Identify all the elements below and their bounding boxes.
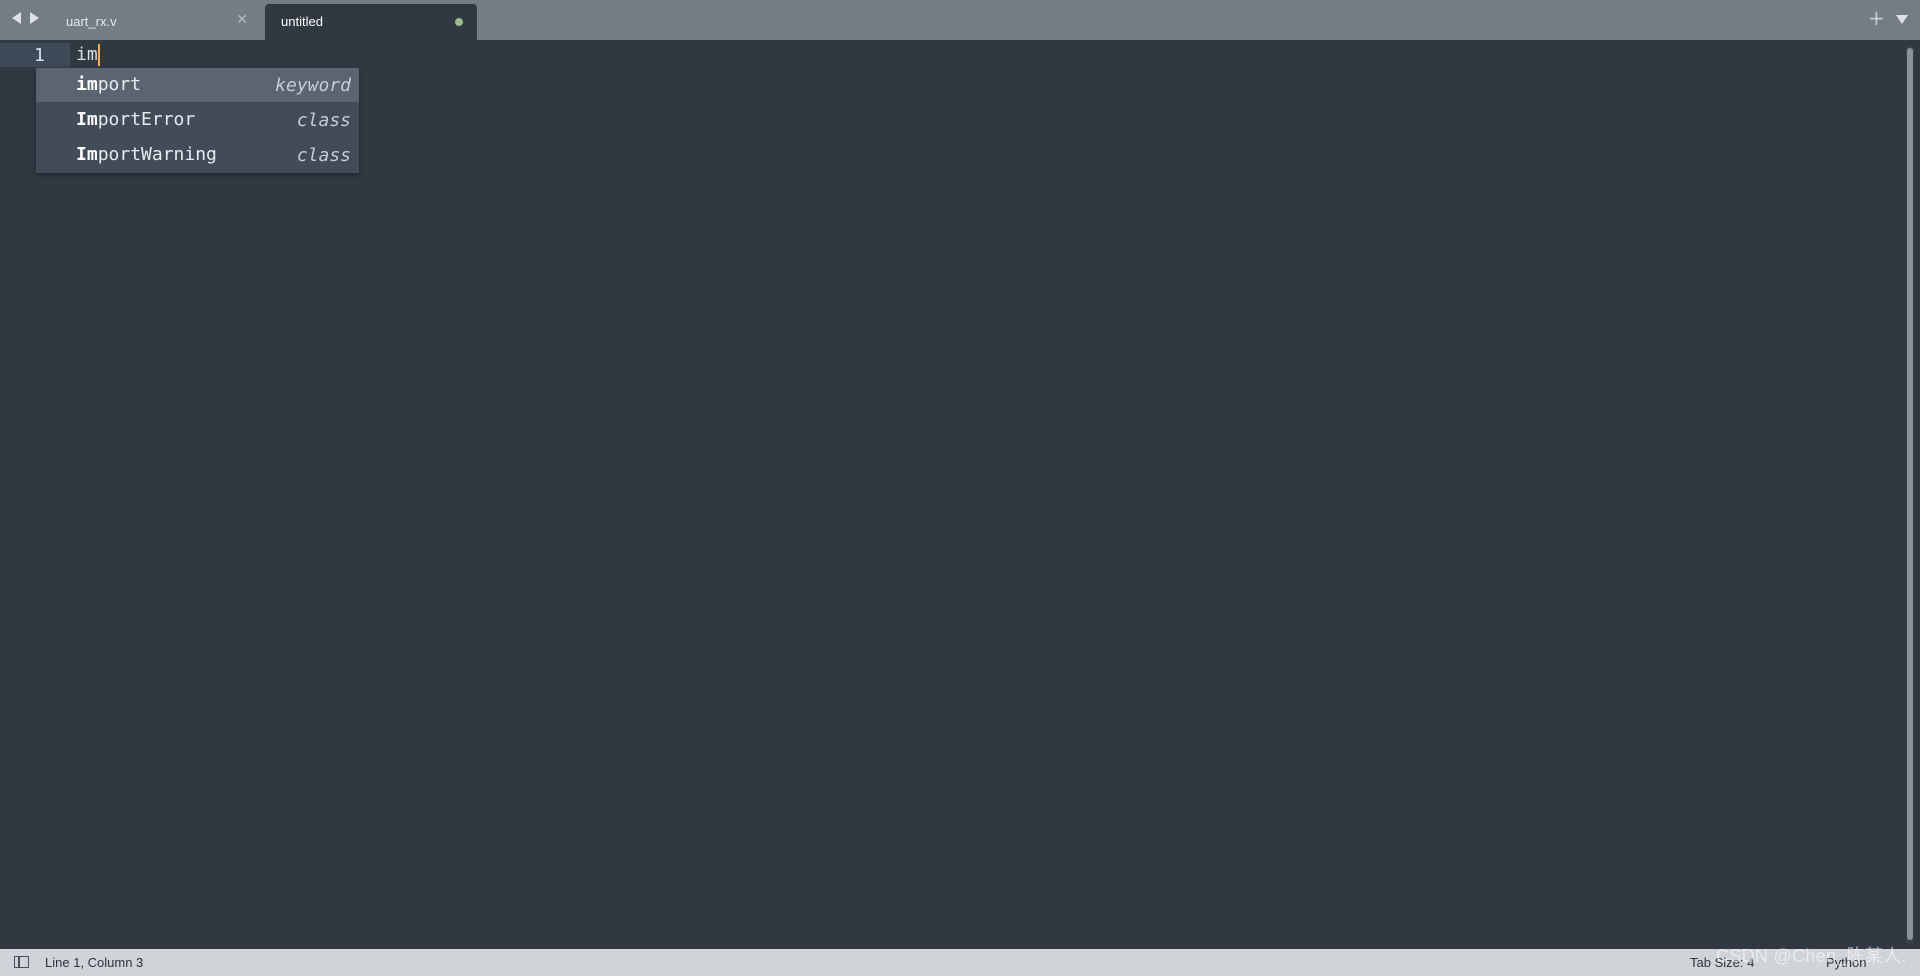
autocomplete-item-kind: class — [296, 110, 351, 131]
autocomplete-item-label: ImportWarning — [76, 144, 217, 166]
status-bar: Line 1, Column 3 Tab Size: 4 Python — [0, 949, 1920, 976]
tab-bar: uart_rx.v ✕ untitled + — [0, 0, 1920, 40]
autocomplete-rest-text: portWarning — [97, 144, 217, 165]
unsaved-dot-icon[interactable] — [455, 18, 463, 26]
tab-label: uart_rx.v — [66, 14, 117, 29]
autocomplete-item[interactable]: ImportWarning class — [36, 138, 359, 172]
tab-uart-rx[interactable]: uart_rx.v ✕ — [50, 4, 258, 40]
autocomplete-item[interactable]: ImportError class — [36, 103, 359, 137]
autocomplete-item[interactable]: import keyword — [36, 68, 359, 102]
cursor-position: Line 1, Column 3 — [45, 955, 144, 970]
autocomplete-popup: import keyword ImportError class ImportW… — [36, 68, 359, 173]
code-line[interactable]: im — [76, 44, 100, 66]
autocomplete-item-label: import — [76, 74, 141, 96]
line-number: 1 — [34, 45, 45, 66]
autocomplete-rest-text: port — [97, 74, 142, 95]
vertical-scrollbar-thumb[interactable] — [1907, 48, 1913, 940]
autocomplete-match-text: Im — [76, 109, 98, 130]
autocomplete-match-text: Im — [76, 144, 98, 165]
autocomplete-match-text: im — [76, 74, 98, 95]
watermark: CSDN @Chen_陈某人. — [1716, 946, 1907, 966]
autocomplete-item-kind: class — [296, 145, 351, 166]
tab-menu-chevron-down-icon[interactable] — [1896, 15, 1908, 24]
sidebar-toggle-icon[interactable] — [14, 956, 29, 968]
tab-untitled[interactable]: untitled — [265, 4, 477, 40]
code-line-text: im — [76, 44, 98, 65]
close-icon[interactable]: ✕ — [236, 12, 248, 28]
text-cursor — [97, 44, 100, 66]
tab-label: untitled — [281, 14, 323, 29]
tab-scroll-right-icon[interactable] — [30, 12, 39, 24]
autocomplete-item-label: ImportError — [76, 109, 195, 131]
tab-scroll-left-icon[interactable] — [12, 12, 21, 24]
autocomplete-rest-text: portError — [97, 109, 196, 130]
autocomplete-item-kind: keyword — [275, 75, 351, 96]
new-tab-plus-icon[interactable]: + — [1868, 8, 1885, 28]
